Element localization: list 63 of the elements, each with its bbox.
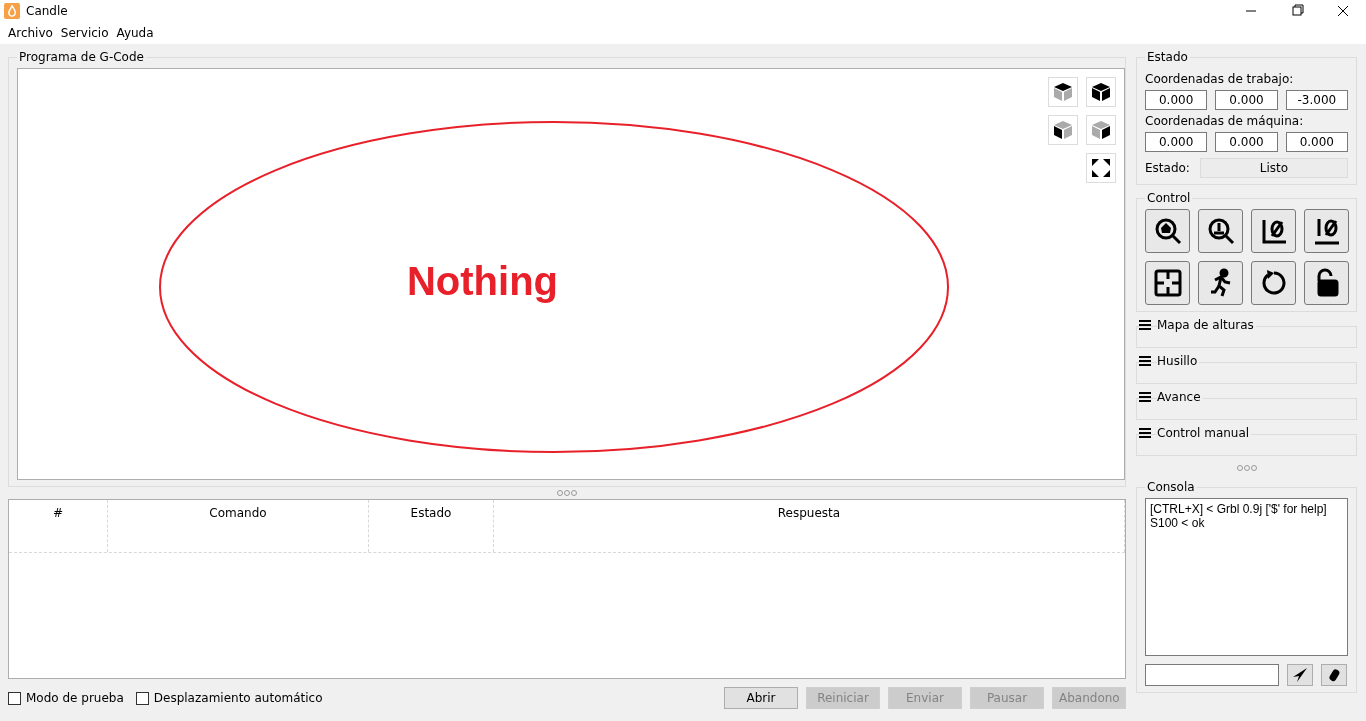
coordinate-field: 0.000 [1215, 132, 1278, 152]
column-header[interactable]: # [9, 500, 108, 552]
panel-title: Control [1146, 191, 1192, 205]
section-title[interactable]: Avance [1157, 390, 1203, 404]
coordinate-field: 0.000 [1145, 132, 1208, 152]
control-button[interactable] [1304, 261, 1349, 305]
eraser-icon [1327, 668, 1341, 682]
cube-icon [1090, 119, 1112, 141]
console-line: [CTRL+X] < Grbl 0.9j ['$' for help] [1150, 502, 1328, 516]
column-header[interactable]: Respuesta [494, 500, 1125, 552]
section-title[interactable]: Husillo [1157, 354, 1200, 368]
control-button[interactable] [1198, 209, 1243, 253]
section-title[interactable]: Mapa de alturas [1157, 318, 1256, 332]
command-input-field[interactable] [1145, 664, 1279, 686]
view-button[interactable] [1086, 115, 1116, 145]
column-header[interactable]: Estado [369, 500, 494, 552]
splitter-handle[interactable] [556, 490, 578, 496]
view-button[interactable] [1048, 115, 1078, 145]
menu-icon[interactable] [1139, 320, 1151, 330]
expand-icon [1090, 157, 1112, 179]
field-label: Coordenadas de trabajo: [1145, 72, 1295, 86]
control-button[interactable] [1145, 261, 1190, 305]
state-field: Listo [1199, 158, 1348, 178]
coordinate-field: 0.000 [1285, 132, 1348, 152]
flame-logo-icon [4, 3, 20, 19]
panel-title: Consola [1146, 480, 1196, 494]
coordinate-field: 0.000 [1145, 90, 1208, 110]
control-button[interactable] [1145, 209, 1190, 253]
control-button[interactable] [1251, 209, 1296, 253]
action-button[interactable]: Abrir [724, 687, 798, 709]
clear-button[interactable] [1321, 664, 1347, 686]
cube-icon [1052, 119, 1074, 141]
checkbox-option[interactable]: Desplazamiento automático [135, 691, 323, 705]
control-button[interactable] [1304, 209, 1349, 253]
coordinate-field: 0.000 [1215, 90, 1278, 110]
splitter-handle[interactable] [1235, 465, 1258, 471]
panel-title: Programa de G-Code [18, 50, 145, 64]
section-title[interactable]: Control manual [1157, 426, 1252, 440]
column-header[interactable]: Comando [108, 500, 369, 552]
annotation-text: Nothing [405, 259, 560, 304]
control-button[interactable] [1198, 261, 1243, 305]
cube-icon [1052, 81, 1074, 103]
console-line: S100 < ok [1150, 516, 1206, 530]
view-button[interactable] [1048, 77, 1078, 107]
menu-item[interactable]: Servicio [56, 26, 113, 40]
send-button[interactable] [1287, 664, 1313, 686]
menu-icon[interactable] [1139, 392, 1151, 402]
field-label: Coordenadas de máquina: [1145, 114, 1305, 128]
cube-icon [1090, 81, 1112, 103]
paper-plane-icon [1293, 668, 1307, 682]
panel-title: Estado [1146, 50, 1189, 64]
crosshair-frame-icon [1152, 268, 1183, 298]
view-button[interactable] [1086, 77, 1116, 107]
control-button[interactable] [1251, 261, 1296, 305]
checkbox-option[interactable]: Modo de prueba [8, 691, 124, 705]
field-label: Estado: [1145, 161, 1190, 175]
window-title: Candle [26, 4, 69, 18]
coordinate-field: -3.000 [1285, 90, 1348, 110]
menu-icon[interactable] [1139, 428, 1151, 438]
fit-view-button[interactable] [1086, 153, 1116, 183]
menu-icon[interactable] [1139, 356, 1151, 366]
menu-item[interactable]: Ayuda [112, 26, 158, 40]
menu-item[interactable]: Archivo [4, 26, 57, 40]
